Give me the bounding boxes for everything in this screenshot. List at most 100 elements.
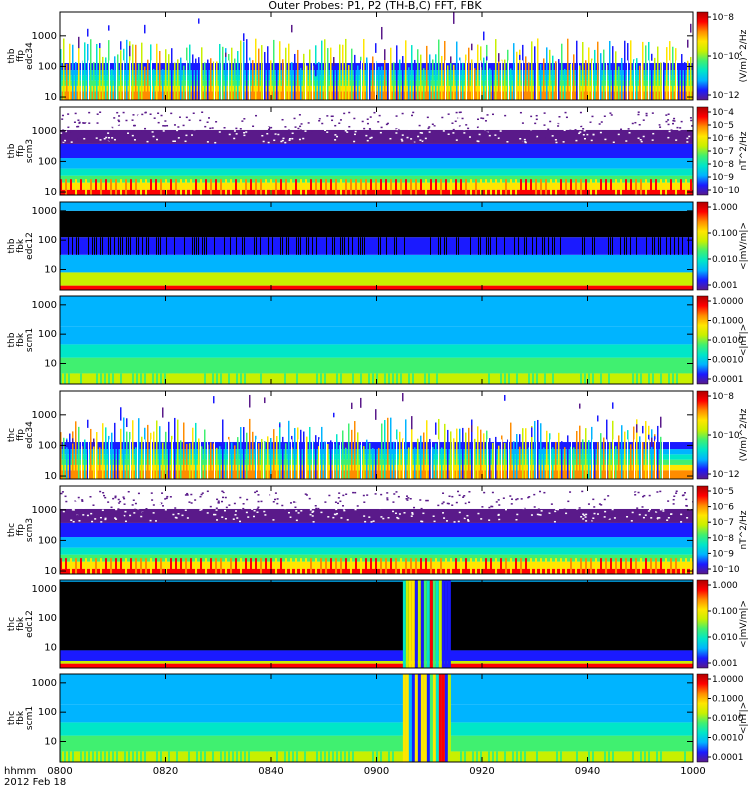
gap — [256, 439, 257, 479]
speck — [120, 407, 122, 421]
spike — [414, 447, 416, 479]
speck — [209, 140, 212, 143]
speck — [615, 509, 618, 512]
speck — [207, 117, 210, 119]
speck — [360, 397, 362, 408]
gap — [445, 60, 446, 100]
speck — [580, 125, 583, 128]
noise — [220, 751, 222, 762]
speck — [361, 120, 364, 123]
speck — [212, 506, 215, 508]
speck — [441, 502, 444, 505]
speck — [220, 114, 223, 116]
spike — [483, 433, 485, 479]
noise — [190, 558, 192, 574]
noise — [672, 373, 674, 384]
speck — [377, 125, 380, 128]
speck — [99, 43, 101, 49]
speck — [582, 516, 585, 518]
noise — [220, 558, 222, 574]
noise — [590, 179, 592, 195]
noise — [108, 373, 110, 384]
spike — [630, 444, 632, 479]
y-axis-label-line: scm1 — [25, 706, 35, 730]
stripe — [306, 237, 307, 255]
speck — [151, 131, 154, 133]
noise — [690, 179, 692, 195]
speck — [297, 127, 300, 130]
speck — [484, 498, 487, 500]
noise — [204, 373, 206, 384]
speck — [465, 124, 468, 126]
speck — [534, 135, 537, 137]
speck — [299, 129, 302, 131]
noise — [465, 179, 467, 195]
speck — [680, 513, 683, 516]
speck — [567, 500, 570, 503]
colorbar-tick-label: 10⁻12 — [712, 470, 740, 480]
speck — [500, 140, 503, 143]
stripe — [626, 237, 627, 255]
spike — [261, 45, 263, 100]
speck — [356, 505, 359, 507]
noise — [684, 751, 686, 762]
speck — [348, 125, 351, 128]
gap — [116, 60, 117, 100]
speck — [659, 126, 662, 128]
gap — [473, 60, 474, 100]
spike — [303, 53, 305, 100]
speck — [465, 494, 468, 497]
noise — [664, 751, 666, 762]
spike — [363, 38, 365, 100]
colorbar-tick-label: 10⁻5 — [712, 121, 734, 131]
spike — [645, 45, 647, 100]
noise — [168, 751, 170, 762]
speck — [234, 514, 237, 516]
speck — [165, 518, 168, 521]
spike — [258, 48, 260, 100]
speck — [437, 506, 440, 509]
noise — [684, 373, 686, 384]
speck — [70, 519, 73, 521]
speck — [488, 519, 491, 521]
noise — [668, 751, 670, 762]
speck — [516, 137, 519, 139]
spike — [510, 68, 512, 100]
stripe — [670, 237, 671, 255]
speck — [638, 510, 641, 513]
event-stripe — [417, 674, 421, 762]
stripe — [386, 237, 387, 255]
spike — [495, 436, 497, 479]
speck — [311, 131, 314, 134]
noise — [664, 373, 666, 384]
noise — [420, 179, 422, 195]
spike — [441, 447, 443, 479]
speck — [215, 115, 218, 117]
noise — [260, 373, 262, 384]
speck — [601, 134, 604, 136]
event-stripe — [405, 674, 409, 762]
stripe — [624, 237, 625, 255]
noise — [628, 373, 630, 384]
speck — [431, 118, 434, 120]
speck — [688, 507, 691, 510]
event-stripe — [414, 580, 418, 668]
gap — [494, 439, 495, 479]
spike — [219, 446, 221, 479]
gap — [487, 439, 488, 479]
colorbar — [696, 390, 709, 480]
noise — [185, 179, 187, 195]
spike — [543, 58, 545, 100]
speck — [85, 122, 88, 125]
y-tick-label: 100 — [38, 613, 57, 624]
speck — [638, 140, 641, 142]
colorbar-tick-label: 10⁻8 — [712, 534, 734, 544]
speck — [557, 125, 560, 127]
speck — [144, 120, 147, 123]
speck — [81, 137, 84, 140]
speck — [317, 491, 320, 494]
stripe — [518, 237, 519, 255]
colorbar-tick-label: 10⁻9 — [712, 173, 734, 183]
speck — [619, 111, 622, 113]
speck — [260, 500, 263, 503]
